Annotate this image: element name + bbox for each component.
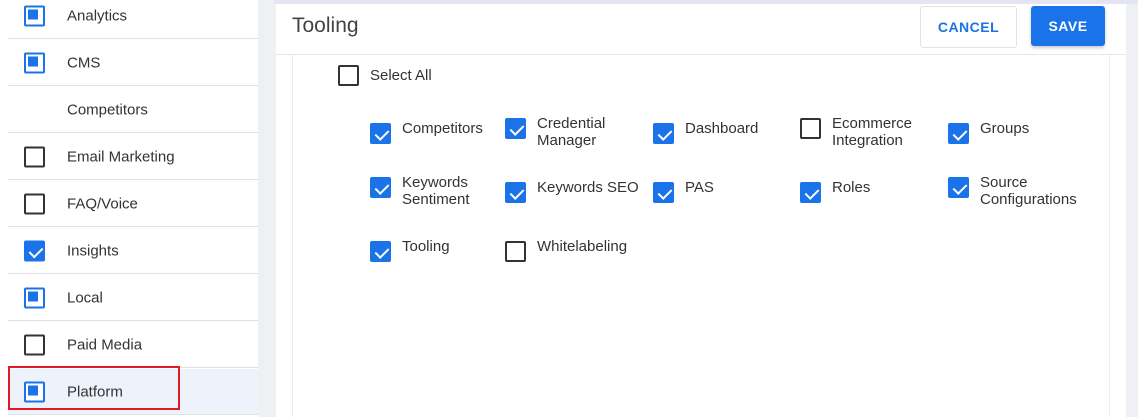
cms-checkbox[interactable] bbox=[24, 52, 45, 73]
groups-checkbox[interactable] bbox=[948, 123, 969, 144]
module-sidebar: Analytics CMS Competitors Email Marketin… bbox=[0, 0, 258, 417]
local-checkbox[interactable] bbox=[24, 287, 45, 308]
select-all-checkbox[interactable] bbox=[338, 65, 359, 86]
permission-label: PAS bbox=[685, 179, 714, 196]
sidebar-item-email-marketing[interactable]: Email Marketing bbox=[8, 134, 258, 180]
sidebar-item-competitors[interactable]: Competitors bbox=[8, 87, 258, 133]
permission-label: Competitors bbox=[402, 120, 483, 137]
sidebar-item-label: CMS bbox=[67, 54, 101, 71]
permission-label: Credential Manager bbox=[537, 115, 606, 149]
sidebar-item-insights[interactable]: Insights bbox=[8, 228, 258, 274]
sidebar-item-label: Competitors bbox=[67, 101, 148, 118]
sidebar-item-paid-media[interactable]: Paid Media bbox=[8, 322, 258, 368]
panel-header: Tooling CANCEL SAVE bbox=[276, 4, 1126, 55]
insights-checkbox[interactable] bbox=[24, 240, 45, 261]
keywords-seo-checkbox[interactable] bbox=[505, 182, 526, 203]
sidebar-item-label: Analytics bbox=[67, 7, 128, 24]
panel-divider bbox=[258, 0, 274, 417]
roles-checkbox[interactable] bbox=[800, 182, 821, 203]
sidebar-item-label: FAQ/Voice bbox=[67, 195, 138, 212]
sidebar-item-local[interactable]: Local bbox=[8, 275, 258, 321]
ecommerce-integration-checkbox[interactable] bbox=[800, 118, 821, 139]
selection-highlight-box bbox=[8, 366, 180, 410]
sidebar-item-cms[interactable]: CMS bbox=[8, 40, 258, 86]
sidebar-item-label: Local bbox=[67, 289, 103, 306]
source-configurations-checkbox[interactable] bbox=[948, 177, 969, 198]
sidebar-item-label: Insights bbox=[67, 242, 119, 259]
permission-label: Groups bbox=[980, 120, 1030, 137]
permission-label: Roles bbox=[832, 179, 871, 196]
dashboard-checkbox[interactable] bbox=[653, 123, 674, 144]
faq-voice-checkbox[interactable] bbox=[24, 193, 45, 214]
permission-label: Ecommerce Integration bbox=[832, 115, 913, 149]
cancel-button[interactable]: CANCEL bbox=[920, 6, 1017, 48]
save-button[interactable]: SAVE bbox=[1031, 6, 1105, 46]
page-title: Tooling bbox=[292, 14, 359, 37]
tooling-checkbox[interactable] bbox=[370, 241, 391, 262]
permission-label: Tooling bbox=[402, 238, 450, 255]
email-marketing-checkbox[interactable] bbox=[24, 146, 45, 167]
analytics-checkbox[interactable] bbox=[24, 5, 45, 26]
permission-label: Source Configurations bbox=[980, 174, 1077, 208]
permission-label: Keywords SEO bbox=[537, 179, 639, 196]
permission-label: Whitelabeling bbox=[537, 238, 628, 255]
competitors-checkbox[interactable] bbox=[370, 123, 391, 144]
credential-manager-checkbox[interactable] bbox=[505, 118, 526, 139]
permission-label: Keywords Sentiment bbox=[402, 174, 470, 208]
sidebar-item-label: Email Marketing bbox=[67, 148, 175, 165]
permissions-panel: Tooling CANCEL SAVE Select All Competito… bbox=[276, 4, 1126, 417]
sidebar-item-label: Paid Media bbox=[67, 336, 143, 353]
whitelabeling-checkbox[interactable] bbox=[505, 241, 526, 262]
sidebar-item-analytics[interactable]: Analytics bbox=[8, 0, 258, 39]
paid-media-checkbox[interactable] bbox=[24, 334, 45, 355]
pas-checkbox[interactable] bbox=[653, 182, 674, 203]
keywords-sentiment-checkbox[interactable] bbox=[370, 177, 391, 198]
permission-label: Dashboard bbox=[685, 120, 759, 137]
sidebar-item-faq-voice[interactable]: FAQ/Voice bbox=[8, 181, 258, 227]
permissions-content: Select All Competitors Credential Manage… bbox=[292, 54, 1110, 417]
select-all-label: Select All bbox=[370, 67, 432, 84]
